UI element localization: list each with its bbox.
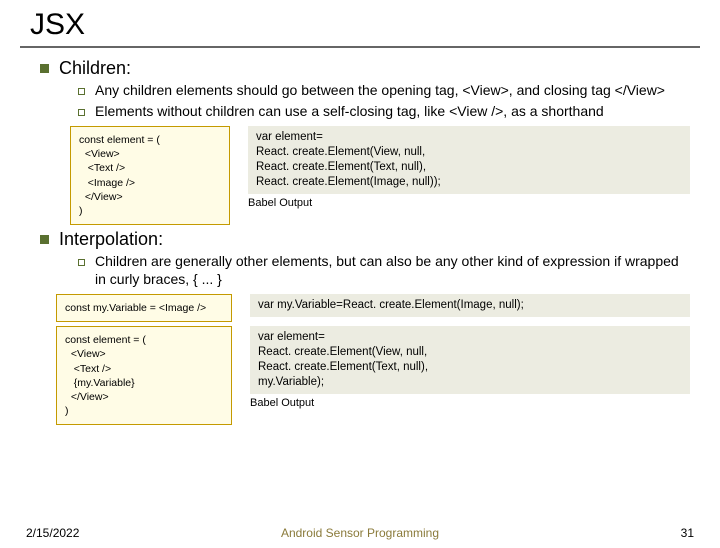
hollow-square-icon bbox=[78, 109, 85, 116]
babel-output-block: var element= React. create.Element(View,… bbox=[250, 326, 690, 394]
section1-point1: Elements without children can use a self… bbox=[95, 103, 604, 121]
jsx-code-block: const element = ( <View> <Text /> {my.Va… bbox=[56, 326, 232, 425]
jsx-code-block: const element = ( <View> <Text /> <Image… bbox=[70, 126, 230, 225]
hollow-square-icon bbox=[78, 88, 85, 95]
square-bullet-icon bbox=[40, 64, 49, 73]
bullet-item: Children are generally other elements, b… bbox=[78, 253, 690, 288]
section-heading: Children: bbox=[40, 58, 690, 79]
footer-title: Android Sensor Programming bbox=[0, 526, 720, 540]
slide: JSX Children: Any children elements shou… bbox=[0, 8, 720, 548]
square-bullet-icon bbox=[40, 235, 49, 244]
slide-body: Children: Any children elements should g… bbox=[0, 48, 720, 425]
output-wrap: var element= React. create.Element(View,… bbox=[248, 126, 690, 209]
footer: 2/15/2022 Android Sensor Programming 31 bbox=[0, 526, 720, 540]
babel-output-block: var element= React. create.Element(View,… bbox=[248, 126, 690, 194]
section2-point0: Children are generally other elements, b… bbox=[95, 253, 690, 288]
section-heading: Interpolation: bbox=[40, 229, 690, 250]
code-row: const my.Variable = <Image /> var my.Var… bbox=[56, 294, 690, 322]
section2-heading: Interpolation: bbox=[59, 229, 163, 250]
code-row: const element = ( <View> <Text /> {my.Va… bbox=[56, 326, 690, 425]
section1-point0: Any children elements should go between … bbox=[95, 82, 665, 100]
output-wrap: var my.Variable=React. create.Element(Im… bbox=[250, 294, 690, 317]
section1-heading: Children: bbox=[59, 58, 131, 79]
jsx-code-block: const my.Variable = <Image /> bbox=[56, 294, 232, 322]
hollow-square-icon bbox=[78, 259, 85, 266]
bullet-item: Any children elements should go between … bbox=[78, 82, 690, 100]
title-bar: JSX bbox=[20, 8, 700, 48]
output-wrap: var element= React. create.Element(View,… bbox=[250, 326, 690, 409]
babel-label: Babel Output bbox=[248, 197, 690, 209]
code-row: const element = ( <View> <Text /> <Image… bbox=[70, 126, 690, 225]
babel-label: Babel Output bbox=[250, 397, 690, 409]
babel-output-block: var my.Variable=React. create.Element(Im… bbox=[250, 294, 690, 317]
slide-title: JSX bbox=[20, 8, 700, 42]
bullet-item: Elements without children can use a self… bbox=[78, 103, 690, 121]
